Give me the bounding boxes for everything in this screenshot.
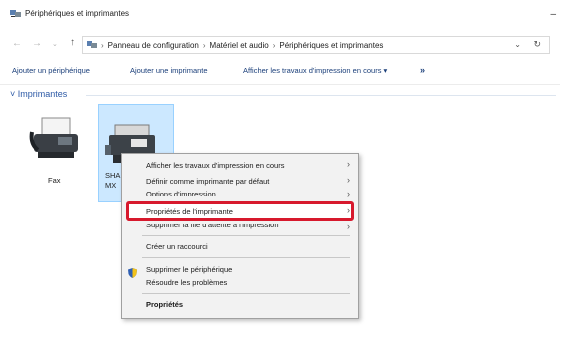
- breadcrumb-devices-printers[interactable]: Périphériques et imprimantes: [279, 41, 383, 50]
- window-title: Périphériques et imprimantes: [25, 9, 130, 18]
- submenu-arrow-icon: ›: [347, 221, 350, 231]
- more-commands-button[interactable]: »: [420, 65, 425, 75]
- up-button[interactable]: ↑: [70, 37, 75, 48]
- shield-icon: [128, 268, 137, 278]
- menu-item-create-shortcut[interactable]: Créer un raccourci: [146, 242, 208, 251]
- back-button[interactable]: ←: [12, 38, 22, 49]
- context-menu: Afficher les travaux d'impression en cou…: [121, 153, 359, 319]
- menu-item-printer-properties[interactable]: Propriétés de l'imprimante: [146, 207, 233, 216]
- menu-separator: [142, 235, 350, 236]
- device-label-fax: Fax: [48, 176, 61, 185]
- recent-locations-button[interactable]: ⌄: [52, 40, 58, 48]
- title-bar: Périphériques et imprimantes –: [0, 0, 568, 28]
- devices-printers-icon: [10, 10, 21, 17]
- menu-separator: [142, 293, 350, 294]
- menu-item-remove-queue[interactable]: Supprimer la file d'attente à l'impressi…: [146, 224, 279, 229]
- window-right-edge: [560, 0, 568, 343]
- breadcrumb-hardware-sound[interactable]: Matériel et audio: [210, 41, 269, 50]
- menu-item-print-options[interactable]: Options d'impression: [146, 191, 216, 196]
- fax-icon: [29, 117, 78, 158]
- device-fax[interactable]: Fax: [28, 110, 84, 190]
- breadcrumb: › Panneau de configuration › Matériel et au…: [101, 41, 384, 50]
- minimize-button[interactable]: –: [550, 9, 556, 20]
- menu-item-troubleshoot[interactable]: Résoudre les problèmes: [146, 278, 227, 287]
- command-bar-divider: [0, 84, 568, 85]
- submenu-arrow-icon: ›: [347, 159, 350, 169]
- device-label-sharp-line1: SHA: [105, 171, 121, 180]
- submenu-arrow-icon: ›: [347, 205, 350, 215]
- address-dropdown-button[interactable]: ⌄: [514, 40, 521, 49]
- menu-item-view-print-jobs[interactable]: Afficher les travaux d'impression en cou…: [146, 161, 284, 170]
- device-label-sharp-line2: MX: [105, 181, 117, 190]
- address-bar[interactable]: › Panneau de configuration › Matériel et au…: [82, 36, 550, 54]
- view-print-jobs-button[interactable]: Afficher les travaux d'impression en cou…: [243, 66, 387, 75]
- command-bar: Ajouter un périphérique Ajouter une impr…: [0, 60, 568, 82]
- forward-button[interactable]: →: [32, 38, 42, 49]
- add-device-button[interactable]: Ajouter un périphérique: [12, 66, 90, 75]
- submenu-arrow-icon: ›: [347, 189, 350, 199]
- menu-item-remove-device[interactable]: Supprimer le périphérique: [146, 265, 232, 274]
- printers-group-header[interactable]: ˅ Imprimantes: [10, 89, 67, 99]
- collapse-chevron-icon: ˅: [10, 89, 16, 99]
- menu-item-set-default[interactable]: Définir comme imprimante par défaut: [146, 177, 269, 186]
- group-header-line: [86, 95, 556, 96]
- devices-printers-icon: [87, 41, 97, 48]
- address-row: ← → ⌄ ↑ › Panneau de configuration › Matéri…: [0, 36, 568, 54]
- submenu-arrow-icon: ›: [347, 175, 350, 185]
- menu-separator: [142, 257, 350, 258]
- breadcrumb-control-panel[interactable]: Panneau de configuration: [108, 41, 199, 50]
- refresh-button[interactable]: ↻: [533, 39, 541, 50]
- menu-item-properties[interactable]: Propriétés: [146, 300, 183, 309]
- add-printer-button[interactable]: Ajouter une imprimante: [130, 66, 208, 75]
